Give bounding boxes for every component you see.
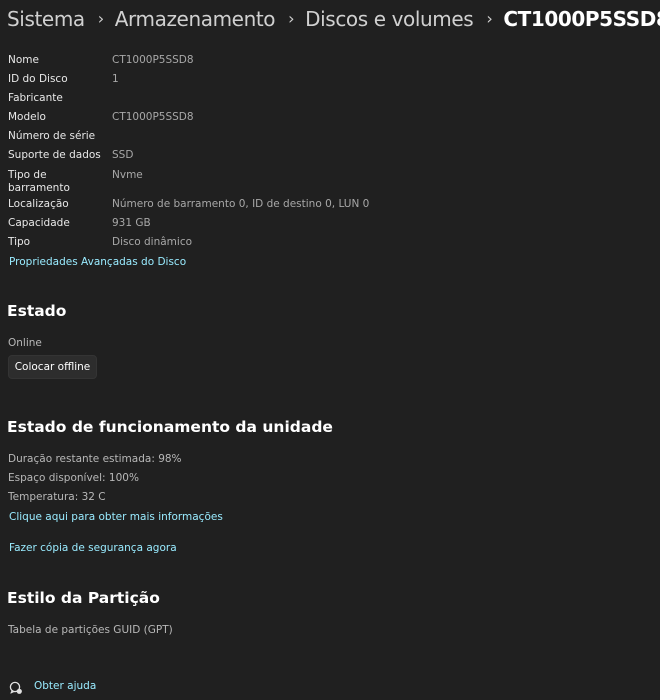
advanced-disk-properties-link[interactable]: Propriedades Avançadas do Disco: [9, 256, 186, 268]
property-value-bus-type: Nvme: [112, 169, 143, 181]
property-value-model: CT1000P5SSD8: [112, 111, 194, 123]
property-value-disk-id: 1: [112, 73, 119, 85]
drive-health-heading: Estado de funcionamento da unidade: [7, 418, 333, 436]
property-label-media-type: Suporte de dados: [8, 149, 101, 161]
available-space-text: Espaço disponível: 100%: [8, 472, 139, 484]
status-heading: Estado: [7, 302, 67, 320]
more-info-link[interactable]: Clique aqui para obter mais informações: [9, 511, 223, 523]
chevron-right-icon: ›: [486, 8, 493, 28]
help-chat-icon[interactable]: [9, 680, 23, 694]
chevron-right-icon: ›: [288, 8, 295, 28]
property-label-manufacturer: Fabricante: [8, 92, 63, 104]
get-help-link[interactable]: Obter ajuda: [34, 680, 96, 692]
chevron-right-icon: ›: [97, 8, 104, 28]
property-value-media-type: SSD: [112, 149, 134, 161]
property-value-name: CT1000P5SSD8: [112, 54, 194, 66]
breadcrumb-item-discos-e-volumes[interactable]: Discos e volumes: [305, 7, 474, 31]
status-value: Online: [8, 337, 42, 349]
property-value-type: Disco dinâmico: [112, 236, 193, 248]
breadcrumb-item-sistema[interactable]: Sistema: [7, 7, 85, 31]
property-label-serial-number: Número de série: [8, 130, 96, 142]
property-label-location: Localização: [8, 198, 69, 210]
breadcrumb-item-armazenamento[interactable]: Armazenamento: [115, 7, 276, 31]
property-value-capacity: 931 GB: [112, 217, 151, 229]
remaining-life-text: Duração restante estimada: 98%: [8, 453, 182, 465]
property-label-model: Modelo: [8, 111, 46, 123]
breadcrumb-current: CT1000P5SSD8: [503, 7, 660, 31]
property-label-disk-id: ID do Disco: [8, 73, 68, 85]
property-label-name: Nome: [8, 54, 39, 66]
temperature-text: Temperatura: 32 C: [8, 491, 106, 503]
breadcrumb: Sistema › Armazenamento › Discos e volum…: [7, 4, 660, 34]
partition-style-heading: Estilo da Partição: [7, 589, 160, 607]
partition-table-text: Tabela de partições GUID (GPT): [8, 624, 173, 636]
backup-now-link[interactable]: Fazer cópia de segurança agora: [9, 542, 177, 554]
property-label-bus-type: Tipo de barramento: [8, 169, 70, 194]
take-offline-button[interactable]: Colocar offline: [8, 355, 97, 379]
property-label-capacity: Capacidade: [8, 217, 70, 229]
property-label-type: Tipo: [8, 236, 31, 248]
property-value-location: Número de barramento 0, ID de destino 0,…: [112, 198, 370, 210]
